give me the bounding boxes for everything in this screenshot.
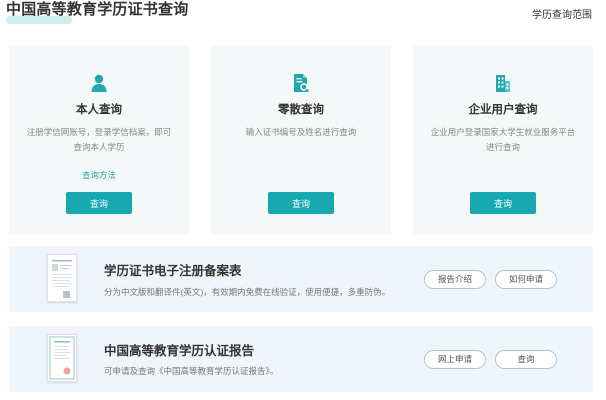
personal-query-button[interactable]: 查询 xyxy=(66,192,132,214)
page-header: 中国高等教育学历证书查询 学历查询范围 xyxy=(0,0,606,30)
card-desc: 注册学信网账号，登录学信档案，即可查询本人学历 xyxy=(26,127,172,152)
card-personal-query: 本人查询 注册学信网账号，登录学信档案，即可查询本人学历 查询方法 查询 xyxy=(9,45,189,235)
how-to-apply-button[interactable]: 如何申请 xyxy=(495,270,557,289)
online-apply-button[interactable]: 网上申请 xyxy=(424,350,486,369)
scattered-query-button[interactable]: 查询 xyxy=(268,192,334,214)
row-desc: 分为中文版和翻译件(英文)，有效期内免费在线验证，使用便捷，多重防伪。 xyxy=(104,287,391,297)
building-icon xyxy=(493,73,513,93)
card-title: 零散查询 xyxy=(278,104,324,116)
report-query-button[interactable]: 查询 xyxy=(495,350,557,369)
row-certification-report: 中国高等教育学历认证报告 可申请及查询《中国高等教育学历认证报告》。 网上申请 … xyxy=(9,326,593,392)
card-title: 本人查询 xyxy=(76,104,122,116)
card-scattered-query: 零散查询 输入证书编号及姓名进行查询 查询 xyxy=(211,45,391,235)
certification-report-thumbnail xyxy=(47,334,77,382)
page-title: 中国高等教育学历证书查询 xyxy=(6,1,189,18)
report-intro-button[interactable]: 报告介绍 xyxy=(424,270,486,289)
person-icon xyxy=(89,73,109,93)
enterprise-query-button[interactable]: 查询 xyxy=(470,192,536,214)
row-title: 中国高等教育学历认证报告 xyxy=(104,344,255,358)
card-desc: 输入证书编号及姓名进行查询 xyxy=(245,127,357,137)
query-scope-link[interactable]: 学历查询范围 xyxy=(532,6,592,21)
card-title: 企业用户查询 xyxy=(468,104,538,116)
registration-form-thumbnail xyxy=(47,254,77,302)
document-search-icon xyxy=(291,73,311,93)
query-method-link[interactable]: 查询方法 xyxy=(9,169,189,181)
card-desc: 企业用户登录国家大学生就业服务平台进行查询 xyxy=(430,127,576,152)
row-desc: 可申请及查询《中国高等教育学历认证报告》。 xyxy=(104,366,279,376)
title-wrap: 中国高等教育学历证书查询 xyxy=(6,0,189,24)
row-registration-form: 学历证书电子注册备案表 分为中文版和翻译件(英文)，有效期内免费在线验证，使用便… xyxy=(9,246,593,312)
card-enterprise-query: 企业用户查询 企业用户登录国家大学生就业服务平台进行查询 查询 xyxy=(413,45,593,235)
row-title: 学历证书电子注册备案表 xyxy=(104,264,242,278)
